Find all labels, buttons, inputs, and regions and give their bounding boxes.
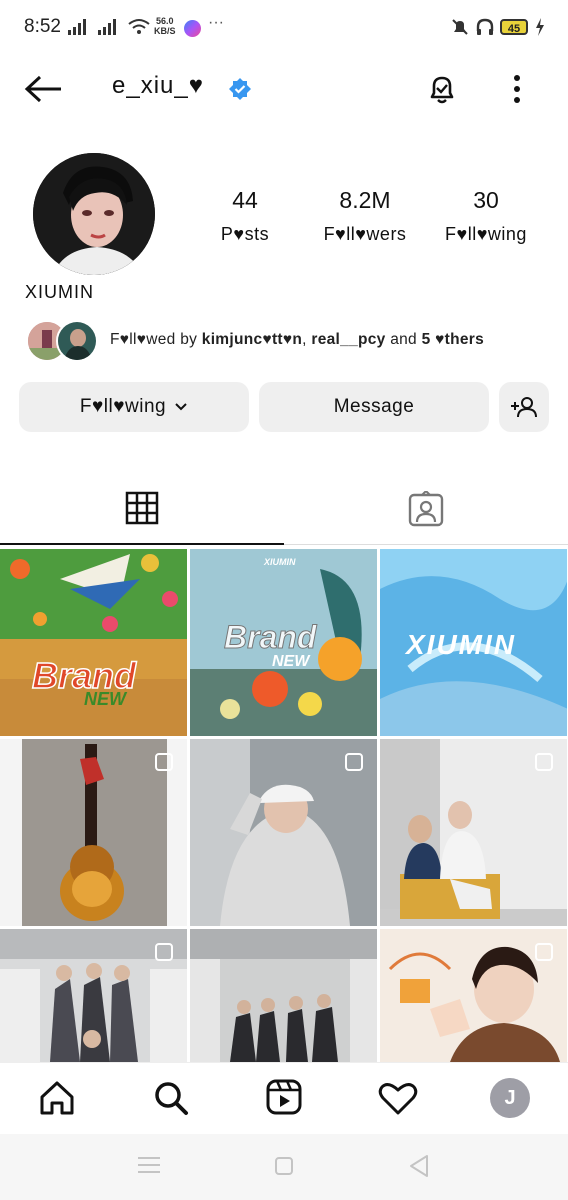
more-notifications: ··· (208, 14, 224, 31)
profile-username: e_xiu_♥ (112, 72, 204, 99)
wifi-icon (128, 19, 150, 34)
home-icon[interactable] (38, 1079, 76, 1117)
bottom-navigation: J (0, 1062, 568, 1135)
following-count[interactable]: 30 (426, 187, 546, 214)
notification-bell-icon[interactable] (424, 71, 460, 107)
posts-count[interactable]: 44 (185, 187, 305, 214)
follower-avatar-2[interactable] (56, 320, 98, 362)
post-title: Brand (223, 619, 317, 656)
post-subtitle: NEW (84, 689, 126, 709)
followers-count[interactable]: 8.2M (305, 187, 425, 214)
profile-avatar[interactable] (33, 153, 155, 275)
post-top-label: XIUMIN (264, 557, 296, 567)
post-thumbnail[interactable] (0, 739, 187, 926)
multi-post-icon (155, 943, 173, 961)
post-thumbnail[interactable]: Brand NEW (0, 549, 187, 736)
active-tab-indicator (0, 543, 284, 545)
message-button[interactable]: Message (259, 382, 489, 432)
recent-apps-icon[interactable] (138, 1156, 160, 1174)
network-speed: 56.0 KB/S (154, 16, 176, 36)
add-person-icon (511, 397, 537, 418)
followers-label[interactable]: F♥ll♥wers (305, 224, 425, 245)
tab-divider (284, 544, 568, 545)
chevron-down-icon (175, 403, 187, 411)
post-thumbnail[interactable] (190, 929, 377, 1062)
battery-indicator: 45 (500, 19, 528, 35)
multi-post-icon (155, 753, 173, 771)
headphones-icon (476, 18, 494, 35)
search-icon[interactable] (152, 1079, 190, 1117)
messenger-icon (184, 20, 201, 37)
mute-icon (452, 19, 468, 35)
tagged-icon[interactable] (408, 491, 444, 527)
post-thumbnail[interactable] (380, 929, 567, 1062)
following-button[interactable]: F♥ll♥wing (19, 382, 249, 432)
suggested-users-button[interactable] (499, 382, 549, 432)
post-thumbnail[interactable] (0, 929, 187, 1062)
multi-post-icon (345, 753, 363, 771)
post-thumbnail[interactable]: XIUMIN Brand NEW (190, 549, 377, 736)
home-button-icon[interactable] (274, 1156, 294, 1176)
heart-icon[interactable] (378, 1080, 418, 1116)
post-subtitle: NEW (272, 653, 310, 670)
charging-icon (536, 18, 544, 36)
post-thumbnail[interactable]: XIUMIN (380, 549, 567, 736)
display-name: XIUMIN (25, 282, 94, 302)
reels-icon[interactable] (266, 1079, 302, 1115)
post-thumbnail[interactable] (380, 739, 567, 926)
post-title: XIUMIN (406, 629, 516, 660)
profile-icon[interactable]: J (490, 1078, 530, 1118)
back-button-icon[interactable] (408, 1154, 430, 1178)
following-button-label: F♥ll♥wing (79, 396, 167, 417)
message-button-label: Message (333, 396, 415, 417)
status-bar: 8:52 56.0 KB/S ··· 45 (0, 0, 568, 56)
more-vertical-icon[interactable] (508, 72, 526, 106)
system-navigation (0, 1134, 568, 1200)
back-arrow-icon[interactable] (24, 74, 64, 104)
grid-icon[interactable] (125, 491, 159, 525)
signal-icon (68, 19, 116, 35)
multi-post-icon (535, 943, 553, 961)
verified-badge-icon (229, 78, 251, 100)
post-thumbnail[interactable] (190, 739, 377, 926)
status-time: 8:52 (24, 16, 61, 37)
posts-label[interactable]: P♥sts (185, 224, 305, 245)
following-label[interactable]: F♥ll♥wing (426, 224, 546, 245)
avatar-photo (33, 153, 155, 275)
multi-post-icon (535, 753, 553, 771)
followed-by-text[interactable]: F♥ll♥wed by kimjunc♥tt♥n, real__pcy and … (110, 331, 484, 349)
